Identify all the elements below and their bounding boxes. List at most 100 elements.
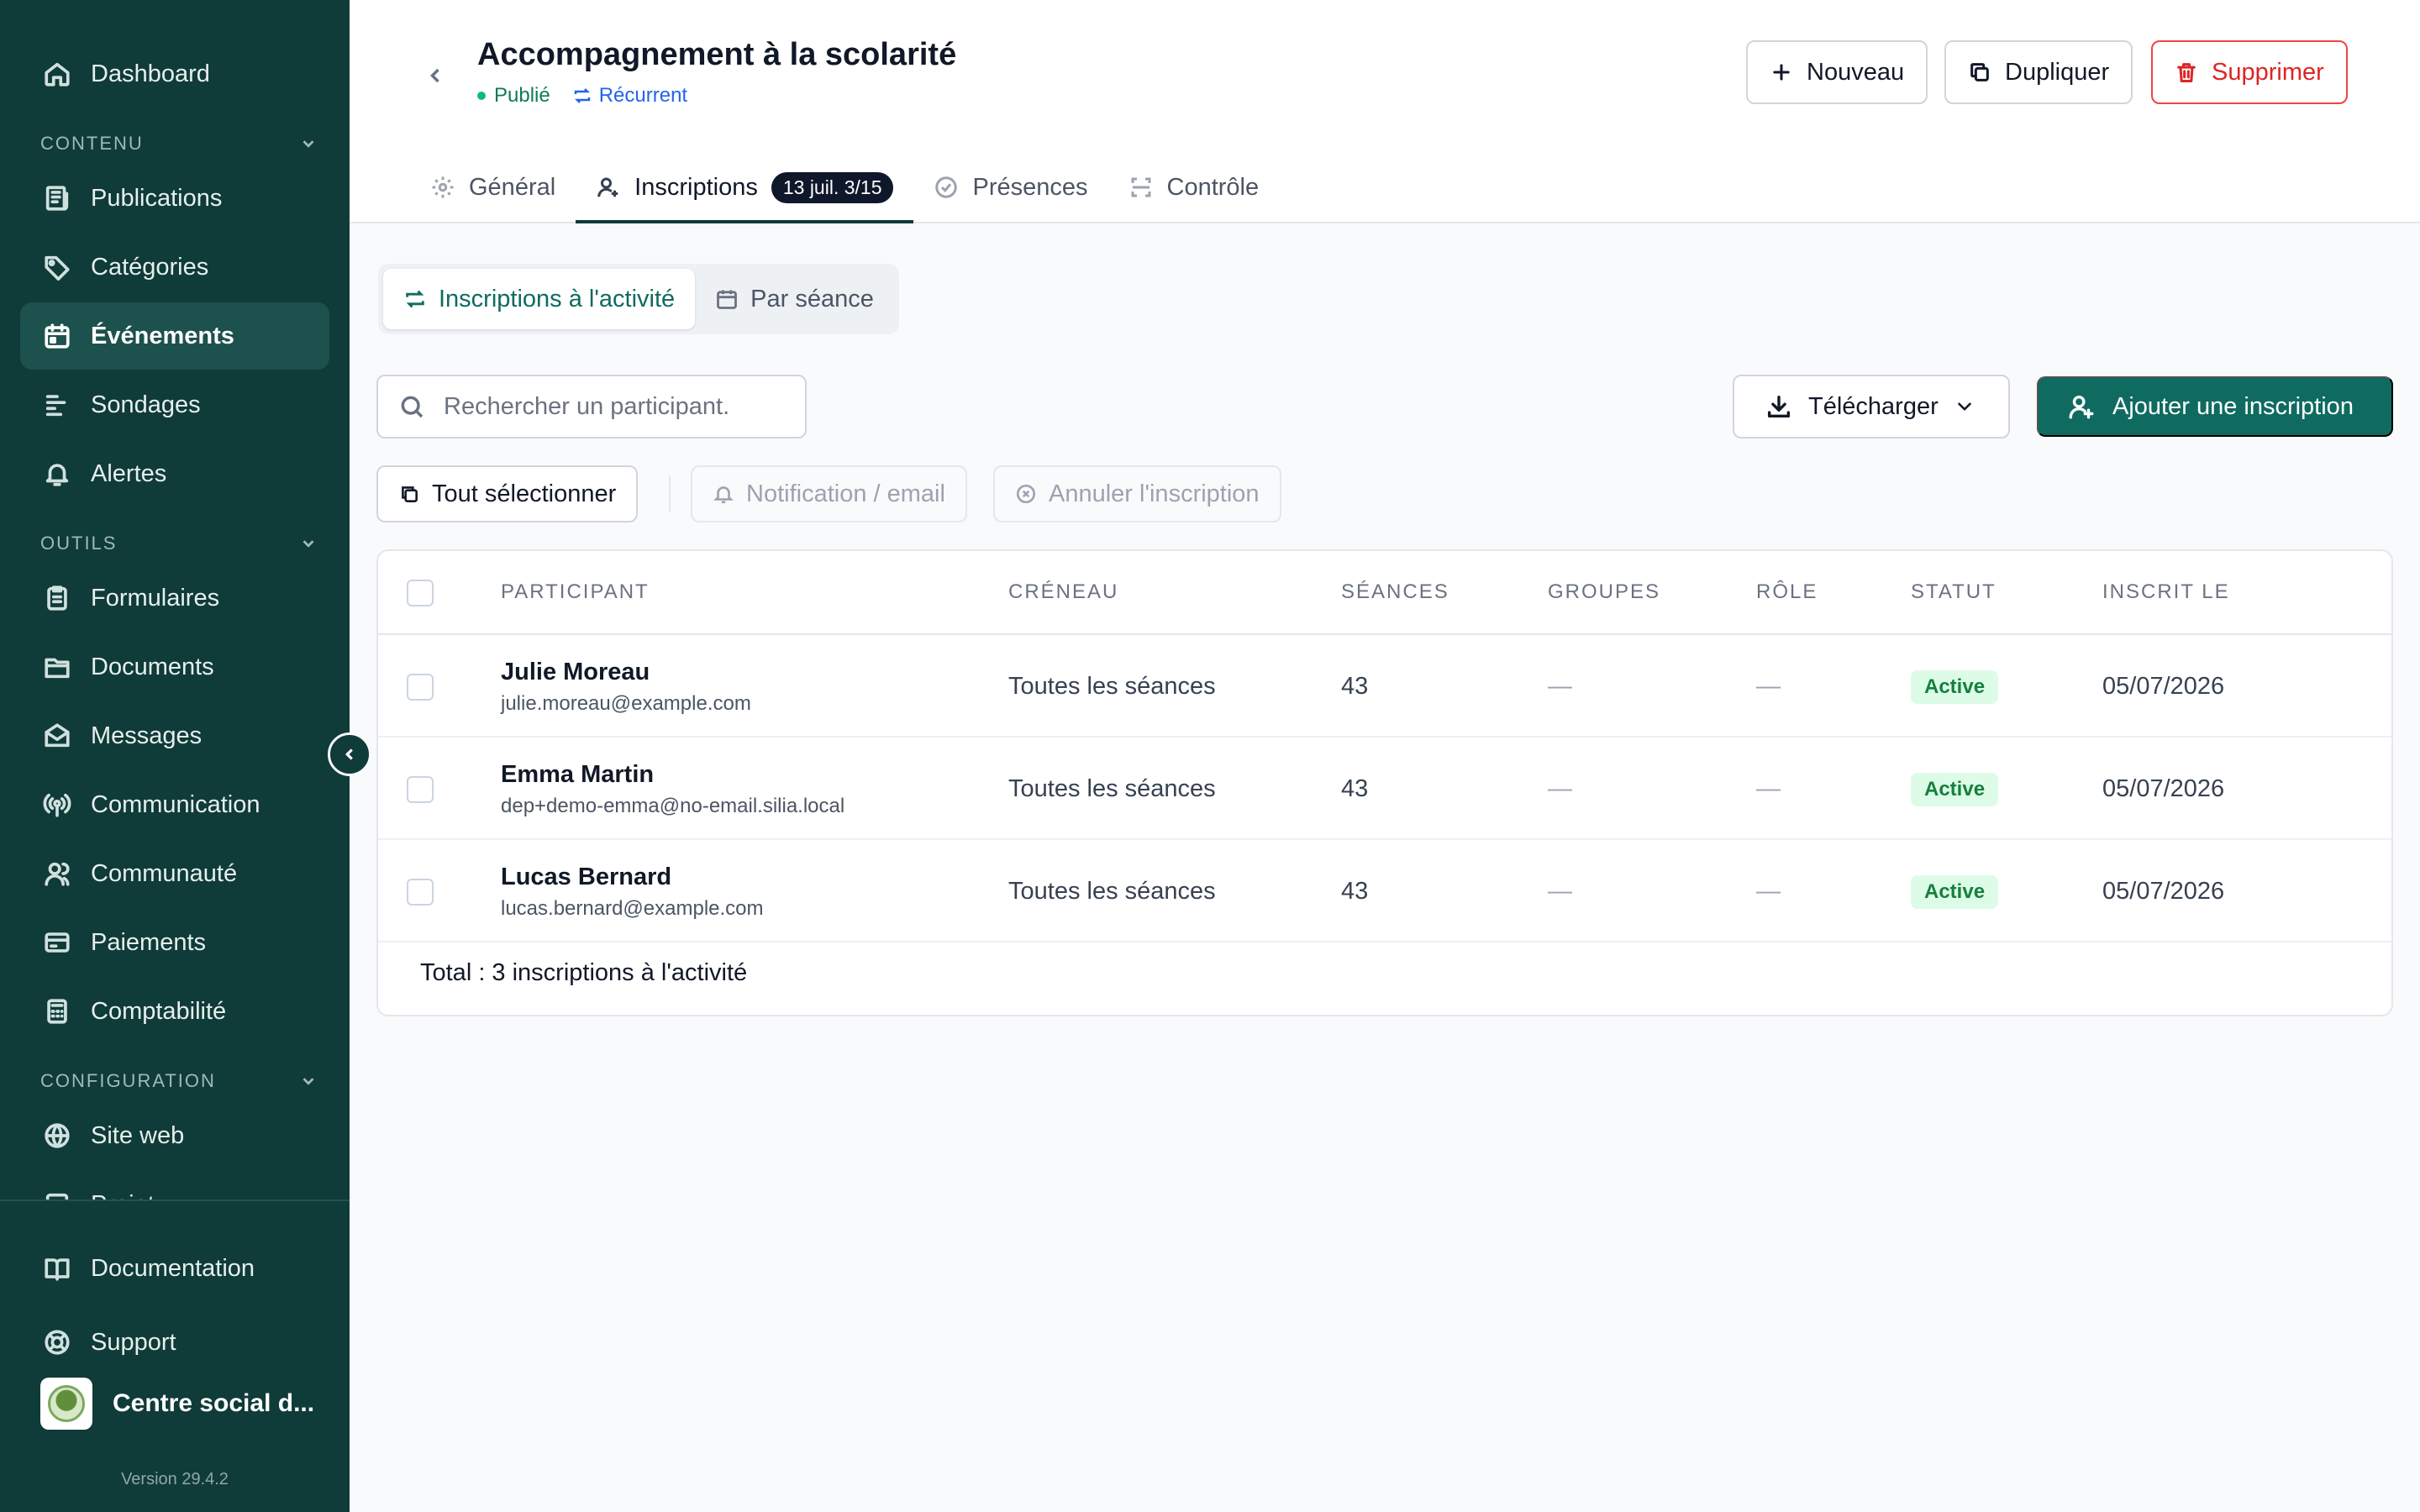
chevron-down-icon [1957,402,1971,411]
status-badge: Active [1911,773,1999,806]
section-contenu[interactable]: CONTENU [40,133,318,155]
back-button[interactable] [418,59,452,92]
status-recurrent: Récurrent [572,84,687,108]
sidebar-item-documentation[interactable]: Documentation [20,1235,329,1302]
participant-name[interactable]: Emma Martin [501,761,654,789]
status-badge: Active [1911,875,1999,909]
tab-inscriptions[interactable]: Inscriptions 13 juil. 3/15 [576,151,914,223]
participant-name[interactable]: Julie Moreau [501,659,650,686]
user-plus-icon [2069,395,2094,419]
sidebar-footer: Documentation Support [0,1200,350,1512]
cancel-registration-button[interactable]: Annuler l'inscription [993,465,1281,522]
column-header[interactable]: PARTICIPANT [501,551,650,633]
collapse-sidebar-button[interactable] [328,732,371,776]
role-cell: — [1756,774,1781,802]
download-label: Télécharger [1808,392,1939,420]
select-all-button[interactable]: Tout sélectionner [376,465,639,522]
tab-label: Inscriptions [634,173,758,201]
delete-button[interactable]: Supprimer [2151,40,2348,104]
slot-cell: Toutes les séances [1008,774,1216,802]
page-header: Accompagnement à la scolarité Publié Réc… [350,0,2420,223]
sidebar-item-projet[interactable]: Projet [20,1171,329,1200]
row-checkbox[interactable] [407,674,434,701]
sidebar-item-label: Publications [91,184,223,212]
sessions-cell: 43 [1341,672,1369,700]
sidebar-item-label: Messages [91,722,203,749]
duplicate-button[interactable]: Dupliquer [1944,40,2133,104]
newspaper-icon [40,181,74,215]
sidebar-item-sondages[interactable]: Sondages [20,371,329,438]
row-checkbox[interactable] [407,879,434,906]
bars-icon [40,388,74,422]
sidebar-item-label: Alertes [91,459,167,487]
sidebar-item-paiements[interactable]: Paiements [20,909,329,976]
clipboard-icon [40,581,74,615]
segment-session[interactable]: Par séance [695,269,894,329]
row-checkbox[interactable] [407,776,434,803]
section-outils[interactable]: OUTILS [40,533,318,554]
tab-general[interactable]: Général [410,151,576,223]
sidebar-item-label: Documentation [91,1254,255,1282]
sidebar-item-publications[interactable]: Publications [20,165,329,232]
tab-label: Contrôle [1166,173,1260,201]
sidebar-item-dashboard[interactable]: Dashboard [20,40,329,108]
sidebar-item-formulaires[interactable]: Formulaires [20,564,329,632]
chevron-left-icon [430,68,439,83]
repeat-icon [574,88,590,103]
column-header[interactable]: RÔLE [1756,551,1818,633]
segment-activity[interactable]: Inscriptions à l'activité [383,269,696,329]
table-row[interactable]: Julie Moreau julie.moreau@example.com To… [378,635,2391,738]
copy-icon [402,486,418,502]
role-cell: — [1756,672,1781,700]
sidebar-item-support[interactable]: Support [20,1309,329,1376]
organization-switcher[interactable]: Centre social d... [40,1378,314,1430]
tab-presences[interactable]: Présences [913,151,1107,223]
sidebar-item-communication[interactable]: Communication [20,771,329,838]
check-circle-icon [935,176,958,198]
sidebar-item-alertes[interactable]: Alertes [20,440,329,507]
participant-name[interactable]: Lucas Bernard [501,864,671,891]
user-plus-icon [597,177,618,197]
view-segmented-control: Inscriptions à l'activité Par séance [378,264,899,334]
groups-cell: — [1548,672,1572,700]
sidebar-item-categories[interactable]: Catégories [20,234,329,301]
sidebar-nav: Dashboard CONTENU Publications Catégorie… [0,0,350,1200]
download-icon [1767,395,1791,418]
app-version: Version 29.4.2 [121,1470,229,1488]
select-all-checkbox[interactable] [407,580,434,606]
table-row[interactable]: Lucas Bernard lucas.bernard@example.com … [378,840,2391,942]
tab-label: Général [469,173,556,201]
column-header[interactable]: CRÉNEAU [1008,551,1118,633]
scan-icon [1131,177,1150,197]
column-header[interactable]: GROUPES [1548,551,1660,633]
cancel-registration-label: Annuler l'inscription [1049,480,1260,507]
section-label: OUTILS [40,533,118,554]
participant-email: lucas.bernard@example.com [501,897,764,920]
chevron-down-icon [302,540,314,548]
sidebar-item-evenements[interactable]: Événements [20,302,329,370]
event-tabs: Général Inscriptions 13 juil. 3/15 Prése… [410,151,1279,223]
section-configuration[interactable]: CONFIGURATION [40,1070,318,1092]
sidebar-item-documents[interactable]: Documents [20,633,329,701]
search-input[interactable] [444,392,797,421]
column-header[interactable]: INSCRIT LE [2102,551,2230,633]
column-header[interactable]: STATUT [1911,551,1996,633]
notify-button[interactable]: Notification / email [691,465,967,522]
role-cell: — [1756,877,1781,905]
bell-icon [40,457,74,491]
groups-cell: — [1548,877,1572,905]
sidebar-item-label: Comptabilité [91,997,227,1025]
add-registration-button[interactable]: Ajouter une inscription [2037,376,2393,437]
table-row[interactable]: Emma Martin dep+demo-emma@no-email.silia… [378,738,2391,840]
download-dropdown[interactable]: Télécharger [1733,375,2010,438]
date-cell: 05/07/2026 [2102,672,2225,700]
gear-icon [432,176,454,198]
sidebar-item-site-web[interactable]: Site web [20,1102,329,1169]
sidebar-item-comptabilite[interactable]: Comptabilité [20,978,329,1045]
column-header[interactable]: SÉANCES [1341,551,1449,633]
new-button[interactable]: Nouveau [1746,40,1928,104]
sidebar-item-messages[interactable]: Messages [20,702,329,769]
sidebar-item-communaute[interactable]: Communauté [20,840,329,907]
tab-controle[interactable]: Contrôle [1108,151,1280,223]
sidebar-item-label: Formulaires [91,584,220,612]
